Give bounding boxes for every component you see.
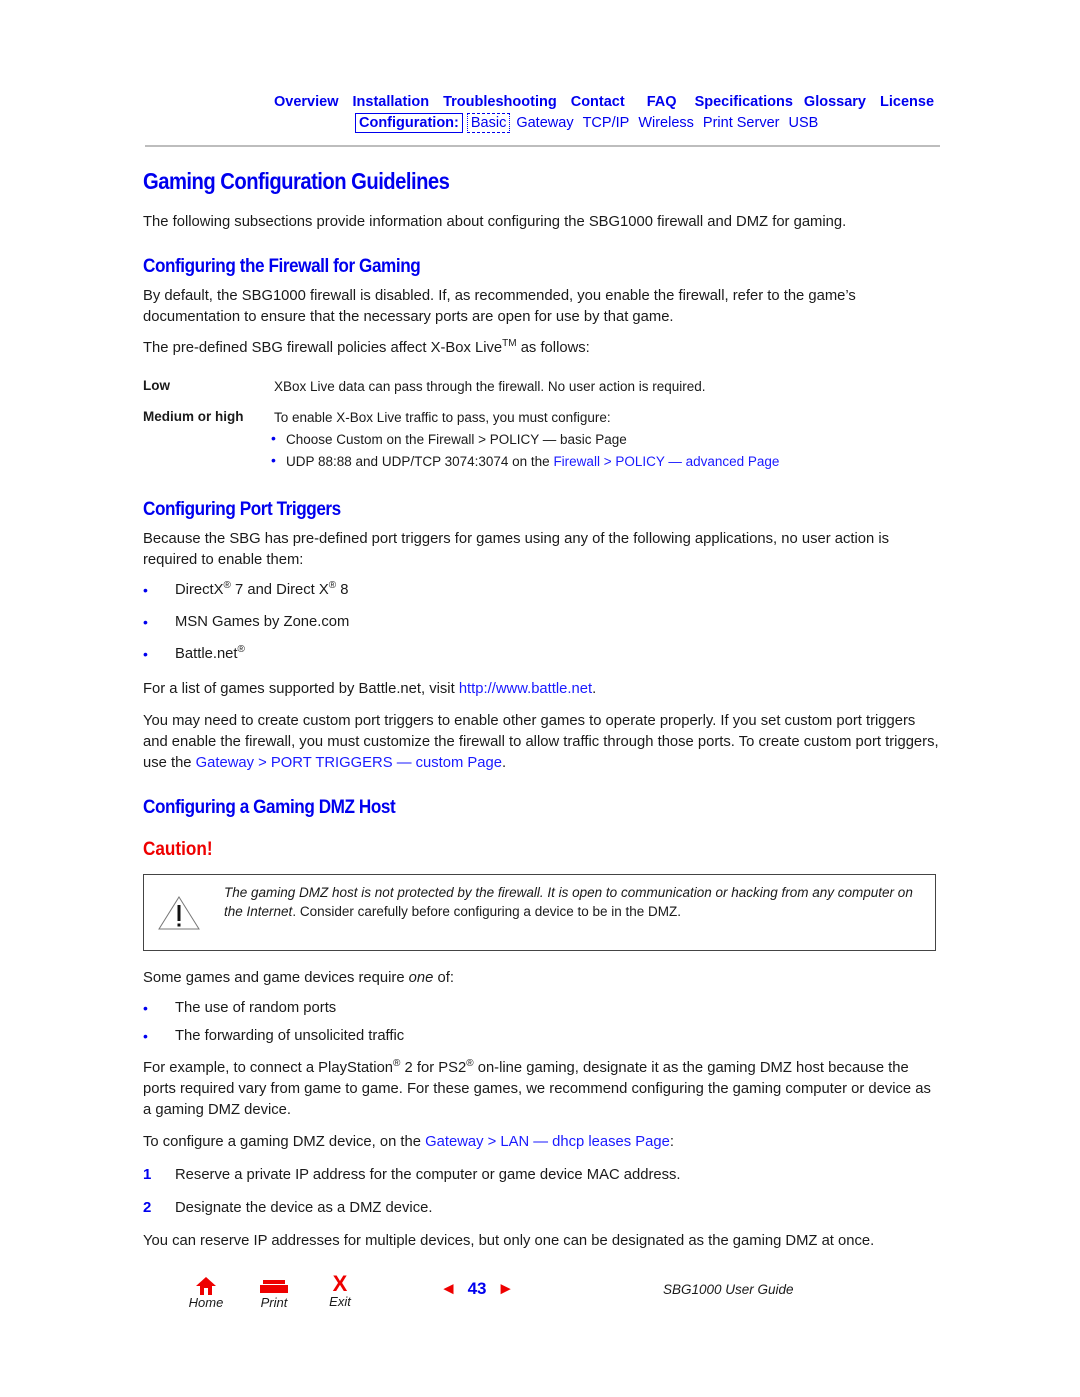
exit-icon: X	[332, 1271, 348, 1296]
port-trigger-app-directx: DirectX® 7 and Direct X® 8	[175, 580, 349, 598]
policy-medium-bullet-1: Choose Custom on the Firewall > POLICY —…	[286, 432, 627, 447]
nav-wireless[interactable]: Wireless	[638, 115, 694, 131]
bullet-icon: •	[143, 614, 148, 630]
step-2-text: Designate the device as a DMZ device.	[175, 1200, 433, 1216]
lan-dhcp-leases-link[interactable]: Gateway > LAN — dhcp leases Page	[425, 1134, 670, 1150]
port-trigger-app-battlenet: Battle.net®	[175, 644, 245, 662]
bullet-icon: •	[143, 1000, 148, 1016]
port-triggers-heading: Configuring Port Triggers	[143, 498, 341, 520]
firewall-para: By default, the SBG1000 firewall is disa…	[143, 288, 856, 325]
policy-low-definition: XBox Live data can pass through the fire…	[274, 379, 706, 394]
port-triggers-custom-link[interactable]: Gateway > PORT TRIGGERS — custom Page	[196, 755, 502, 771]
print-label: Print	[260, 1295, 288, 1310]
caution-box: The gaming DMZ host is not protected by …	[143, 874, 936, 951]
firewall-policies-text: The pre-defined SBG firewall policies af…	[143, 338, 590, 356]
bullet-icon: •	[143, 646, 148, 662]
next-page-arrow-icon[interactable]: ►	[497, 1279, 514, 1299]
home-button[interactable]: Home	[186, 1276, 226, 1310]
caution-heading: Caution!	[143, 838, 213, 860]
exit-label: Exit	[329, 1294, 351, 1309]
caution-text: The gaming DMZ host is not protected by …	[224, 885, 913, 919]
nav-glossary[interactable]: Glossary	[804, 94, 866, 110]
nav-tcpip[interactable]: TCP/IP	[583, 115, 630, 131]
nav-usb[interactable]: USB	[788, 115, 818, 131]
configuration-label: Configuration:	[355, 113, 463, 133]
port-trigger-app-msn: MSN Games by Zone.com	[175, 614, 350, 630]
bullet-icon: •	[271, 430, 276, 446]
printer-icon	[260, 1280, 288, 1293]
dmz-example-para: For example, to connect a PlayStation® 2…	[143, 1058, 931, 1118]
bullet-icon: •	[143, 1028, 148, 1044]
previous-page-arrow-icon[interactable]: ◄	[440, 1279, 457, 1299]
policy-medium-definition: To enable X-Box Live traffic to pass, yo…	[274, 410, 611, 425]
dmz-require-text: Some games and game devices require one …	[143, 970, 454, 986]
home-label: Home	[188, 1295, 224, 1310]
nav-license[interactable]: License	[880, 94, 934, 110]
nav-faq[interactable]: FAQ	[647, 94, 677, 110]
nav-basic[interactable]: Basic	[466, 113, 511, 133]
firewall-policy-advanced-link[interactable]: Firewall > POLICY — advanced Page	[553, 454, 779, 469]
step-number: 2	[143, 1199, 152, 1216]
bullet-icon: •	[143, 582, 148, 598]
nav-installation[interactable]: Installation	[353, 94, 430, 110]
nav-specifications[interactable]: Specifications	[695, 94, 793, 110]
page-title: Gaming Configuration Guidelines	[143, 168, 450, 194]
nav-print-server[interactable]: Print Server	[703, 115, 780, 131]
guide-title: SBG1000 User Guide	[663, 1282, 794, 1297]
secondary-nav: Configuration: Basic Gateway TCP/IP Wireless…	[355, 113, 827, 133]
warning-triangle-icon	[158, 896, 200, 930]
battlenet-para: For a list of games supported by Battle.…	[143, 681, 597, 697]
dmz-requirement-1: The use of random ports	[175, 1000, 337, 1016]
policy-medium-term: Medium or high	[143, 409, 244, 424]
intro-text: The following subsections provide inform…	[143, 214, 847, 230]
dmz-closing-para: You can reserve IP addresses for multipl…	[143, 1233, 875, 1249]
pagination: ◄ 43 ►	[440, 1279, 514, 1299]
header-divider	[145, 145, 940, 147]
page-number: 43	[467, 1279, 487, 1298]
exit-button[interactable]: X Exit	[320, 1271, 360, 1310]
home-icon	[196, 1277, 216, 1295]
port-triggers-para: Because the SBG has pre-defined port tri…	[143, 531, 890, 568]
nav-contact[interactable]: Contact	[571, 94, 625, 110]
battlenet-link[interactable]: http://www.battle.net	[459, 681, 592, 697]
step-1-text: Reserve a private IP address for the com…	[175, 1167, 681, 1183]
nav-troubleshooting[interactable]: Troubleshooting	[443, 94, 557, 110]
policy-medium-bullet-2: UDP 88:88 and UDP/TCP 3074:3074 on the F…	[286, 454, 780, 469]
custom-triggers-para: You may need to create custom port trigg…	[143, 713, 939, 771]
bullet-icon: •	[271, 452, 276, 468]
policy-low-term: Low	[143, 378, 170, 393]
step-number: 1	[143, 1166, 152, 1183]
nav-gateway[interactable]: Gateway	[516, 115, 573, 131]
dmz-configure-para: To configure a gaming DMZ device, on the…	[143, 1134, 674, 1150]
dmz-requirement-2: The forwarding of unsolicited traffic	[175, 1028, 405, 1044]
dmz-heading: Configuring a Gaming DMZ Host	[143, 796, 396, 818]
print-button[interactable]: Print	[254, 1278, 294, 1310]
nav-overview[interactable]: Overview	[274, 94, 339, 110]
firewall-heading: Configuring the Firewall for Gaming	[143, 255, 421, 277]
